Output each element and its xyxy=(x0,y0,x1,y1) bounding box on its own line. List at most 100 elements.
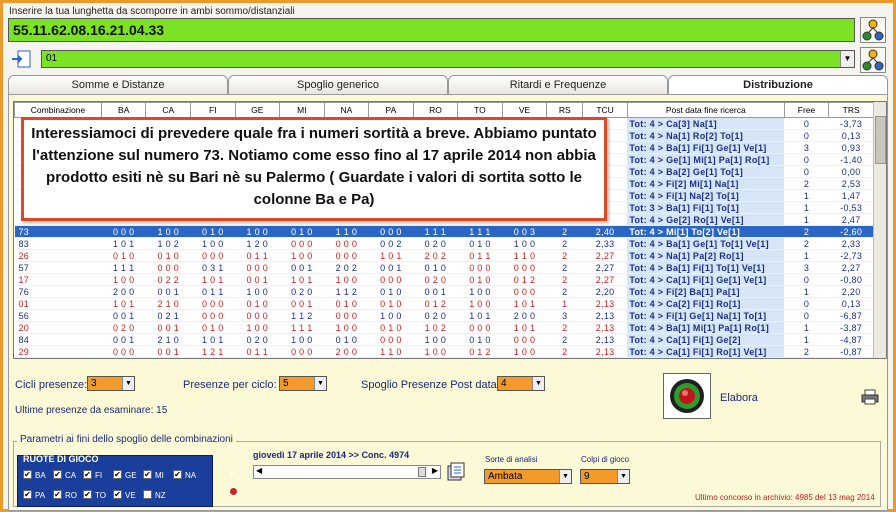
tab-somme-distanze[interactable]: Somme e Distanze xyxy=(8,75,228,94)
table-cell: 0 0 0 xyxy=(502,333,547,346)
column-header[interactable]: BA xyxy=(100,102,147,118)
lunghetta-input[interactable]: 55.11.62.08.16.21.04.33 xyxy=(8,18,855,42)
table-cell: 0 2 1 xyxy=(145,309,191,322)
chevron-down-icon[interactable]: ▼ xyxy=(314,377,326,390)
combination-select[interactable]: 01 ▼ xyxy=(41,50,855,68)
column-header[interactable]: FI xyxy=(190,102,236,118)
import-icon[interactable] xyxy=(9,47,35,71)
slider-thumb[interactable] xyxy=(418,467,426,477)
table-cell: 0,93 xyxy=(828,141,874,154)
table-cell: 1 xyxy=(784,201,829,214)
tab-distribuzione[interactable]: Distribuzione xyxy=(668,75,888,94)
table-cell: 0 0 0 xyxy=(190,309,236,322)
ruota-checkbox-ge[interactable]: ✔ xyxy=(113,470,122,479)
table-row[interactable]: 73 0 0 01 0 00 1 01 0 00 1 01 1 00 0 01 1… xyxy=(14,225,874,238)
presenze-select[interactable]: 5 ▼ xyxy=(279,376,327,391)
column-header[interactable]: NA xyxy=(323,102,370,118)
column-header[interactable]: Post data fine ricerca xyxy=(626,102,785,118)
table-cell: Tot: 4 > Mi[1] To[2] Ve[1] xyxy=(627,225,785,238)
date-slider[interactable]: ◀ ▶ xyxy=(253,465,441,479)
ruota-checkbox-na[interactable]: ✔ xyxy=(173,470,182,479)
table-cell: 1 0 0 xyxy=(413,333,458,346)
table-row[interactable]: 56 0 0 10 2 10 0 00 0 01 1 20 0 01 0 00 2… xyxy=(14,309,874,322)
table-cell: 2,13 xyxy=(582,321,628,334)
ruota-label: MI xyxy=(155,471,164,480)
table-cell: 1 0 0 xyxy=(457,297,503,310)
column-header[interactable]: CA xyxy=(145,102,192,118)
table-cell: 0 0 0 xyxy=(190,249,236,262)
ruota-checkbox-ca[interactable]: ✔ xyxy=(53,470,62,479)
ruota-checkbox-ro[interactable]: ✔ xyxy=(53,490,62,499)
table-row[interactable]: 76 2 0 00 0 10 1 11 0 00 2 01 1 20 1 00 0… xyxy=(14,285,874,298)
column-header[interactable]: VE xyxy=(501,102,548,118)
ruota-checkbox-ve[interactable]: ✔ xyxy=(113,490,122,499)
ruota-checkbox-pa[interactable]: ✔ xyxy=(23,490,32,499)
tab-spoglio-generico[interactable]: Spoglio generico xyxy=(228,75,448,94)
chevron-down-icon[interactable]: ▼ xyxy=(532,377,544,390)
network-icon-button[interactable] xyxy=(860,17,886,43)
archive-status: Ultimo concorso in archivio: 4985 del 13… xyxy=(695,493,875,502)
table-row[interactable]: 57 1 1 10 0 00 3 10 0 00 0 12 0 20 0 10 1… xyxy=(14,261,874,274)
table-cell: 76 xyxy=(14,285,102,298)
table-row[interactable]: 20 0 2 00 0 10 1 01 0 01 1 11 0 00 1 01 0… xyxy=(14,321,874,334)
column-header[interactable]: Combinazione xyxy=(14,102,102,118)
ruota-checkbox-to[interactable]: ✔ xyxy=(83,490,92,499)
table-cell: 0 0 0 xyxy=(368,333,414,346)
colpi-select[interactable]: 9 ▼ xyxy=(580,469,630,484)
archive-icon[interactable] xyxy=(447,462,465,482)
ruota-checkbox-ba[interactable]: ✔ xyxy=(23,470,32,479)
clear-icon[interactable] xyxy=(229,487,238,496)
column-header[interactable]: TRS xyxy=(828,102,874,118)
table-row[interactable]: 83 1 0 11 0 21 0 01 2 00 0 00 0 00 0 20 2… xyxy=(14,237,874,250)
column-header[interactable]: PA xyxy=(368,102,414,118)
table-cell: 0 1 0 xyxy=(145,249,191,262)
column-header[interactable]: GE xyxy=(234,102,281,118)
column-header[interactable]: RO xyxy=(412,102,459,118)
check-all-icon[interactable]: ✔ xyxy=(229,468,237,479)
table-row[interactable]: 26 0 1 00 1 00 0 00 1 11 0 00 0 01 0 12 0… xyxy=(14,249,874,262)
table-cell: 73 xyxy=(14,225,102,238)
vertical-scrollbar[interactable] xyxy=(873,102,886,358)
column-header[interactable]: MI xyxy=(279,102,325,118)
table-cell: 0 1 0 xyxy=(235,297,280,310)
table-row[interactable]: 84 0 0 12 1 01 0 10 2 01 0 00 1 00 0 01 0… xyxy=(14,333,874,346)
table-cell: 56 xyxy=(14,309,102,322)
elabora-button[interactable] xyxy=(663,373,711,419)
cicli-select[interactable]: 3 ▼ xyxy=(87,376,135,391)
table-cell: 1 xyxy=(784,285,829,298)
tab-ritardi-frequenze[interactable]: Ritardi e Frequenze xyxy=(448,75,668,94)
table-cell: 0 0 3 xyxy=(502,225,547,238)
table-cell: 1 0 1 xyxy=(279,273,325,286)
table-cell: 0 1 0 xyxy=(279,225,325,238)
sorte-label: Sorte di analisi xyxy=(485,455,538,464)
ruota-checkbox-nz[interactable] xyxy=(143,490,152,499)
table-cell: Tot: 4 > Na[1] Ro[2] To[1] xyxy=(627,129,785,142)
table-row[interactable]: 01 1 0 12 1 00 0 00 1 00 0 10 1 00 1 00 1… xyxy=(14,297,874,310)
scrollbar-thumb[interactable] xyxy=(875,116,886,164)
table-cell: Tot: 4 > Ba[1] Ge[1] To[1] Ve[1] xyxy=(627,237,785,250)
table-row[interactable]: 29 0 0 00 0 11 2 10 1 10 0 02 0 01 1 01 0… xyxy=(14,345,874,358)
chevron-down-icon[interactable]: ▼ xyxy=(559,470,571,483)
slider-right-arrow[interactable]: ▶ xyxy=(432,466,438,475)
slider-left-arrow[interactable]: ◀ xyxy=(256,466,262,475)
printer-icon[interactable] xyxy=(861,389,879,408)
column-header[interactable]: TO xyxy=(457,102,503,118)
colpi-label: Colpi di gioco xyxy=(581,455,630,464)
spoglio-select[interactable]: 4 ▼ xyxy=(497,376,545,391)
sorte-select[interactable]: Ambata ▼ xyxy=(484,469,572,484)
ruota-checkbox-fi[interactable]: ✔ xyxy=(83,470,92,479)
table-cell: 1 1 2 xyxy=(324,285,369,298)
table-cell: Tot: 4 > Na[1] Pa[2] Ro[1] xyxy=(627,249,785,262)
table-row[interactable]: 17 1 0 00 2 21 0 10 0 11 0 11 0 00 0 00 2… xyxy=(14,273,874,286)
network-icon-button-2[interactable] xyxy=(860,47,886,73)
chevron-down-icon[interactable]: ▼ xyxy=(122,377,134,390)
ruota-label: TO xyxy=(95,491,106,500)
chevron-down-icon[interactable]: ▼ xyxy=(617,470,629,483)
column-header[interactable]: RS xyxy=(546,102,584,118)
column-header[interactable]: TCU xyxy=(582,102,628,118)
table-cell: 0 0 0 xyxy=(457,261,503,274)
table-cell: 1 0 2 xyxy=(413,321,458,334)
ruota-checkbox-mi[interactable]: ✔ xyxy=(143,470,152,479)
column-header[interactable]: Free xyxy=(783,102,830,118)
chevron-down-icon[interactable]: ▼ xyxy=(840,51,854,67)
